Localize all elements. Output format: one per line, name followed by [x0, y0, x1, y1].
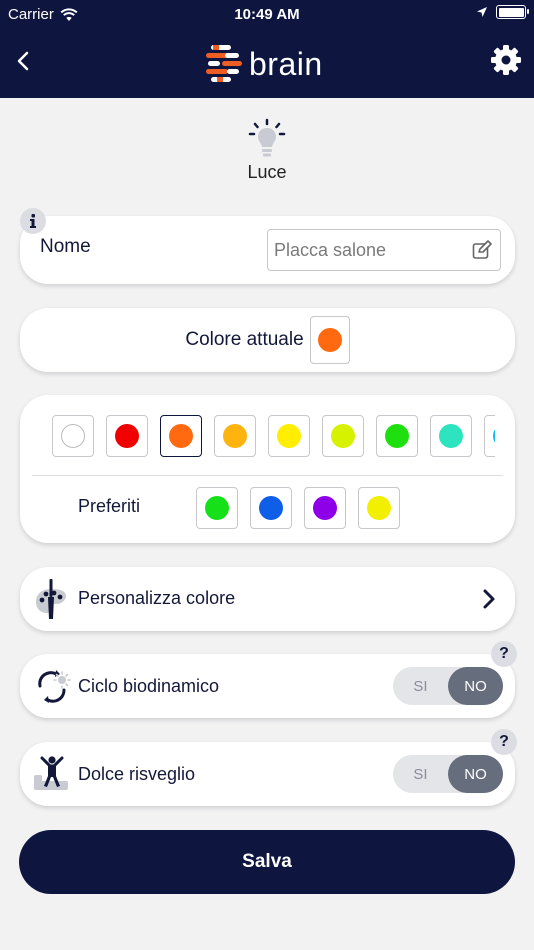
current-color-label: Colore attuale	[185, 329, 304, 350]
wakeup-toggle-no[interactable]: NO	[448, 755, 503, 793]
gentle-wakeup-label: Dolce risveglio	[78, 764, 196, 784]
save-button[interactable]: Salva	[19, 830, 515, 894]
wakeup-toggle[interactable]: SI NO	[393, 755, 503, 793]
customize-color-label: Personalizza colore	[78, 588, 236, 608]
color-dot	[313, 496, 337, 520]
biodynamic-toggle-yes[interactable]: SI	[393, 667, 448, 705]
name-label: Nome	[40, 236, 91, 257]
favorite-swatch[interactable]	[196, 487, 238, 529]
wakeup-person-icon	[34, 756, 68, 790]
biodynamic-toggle[interactable]: SI NO	[393, 667, 503, 705]
palette-swatch[interactable]	[214, 415, 256, 457]
current-color-swatch[interactable]	[309, 316, 350, 364]
location-arrow-icon	[477, 7, 487, 17]
chevron-right-icon	[483, 589, 495, 609]
status-time: 10:49 AM	[234, 6, 300, 23]
color-dot	[169, 424, 193, 448]
light-bulb-icon	[248, 118, 286, 157]
status-bar: Carrier 10:49 AM	[0, 0, 534, 30]
palette-swatch[interactable]	[322, 415, 364, 457]
wakeup-toggle-yes[interactable]: SI	[393, 755, 448, 793]
favorite-swatch[interactable]	[304, 487, 346, 529]
palette-row[interactable]	[52, 415, 495, 459]
palette-swatch[interactable]	[484, 415, 495, 457]
favorites-label: Preferiti	[78, 496, 141, 516]
palette-swatch[interactable]	[268, 415, 310, 457]
customize-color-card[interactable]: Personalizza colore	[20, 567, 515, 631]
palette-swatch[interactable]	[52, 415, 94, 457]
color-dot	[385, 424, 409, 448]
favorite-swatch[interactable]	[250, 487, 292, 529]
biodynamic-cycle-label: Ciclo biodinamico	[78, 676, 220, 696]
gentle-wakeup-card: Dolce risveglio SI NO	[20, 742, 515, 806]
name-input[interactable]	[267, 229, 501, 271]
brain-logo-icon	[206, 45, 242, 82]
color-dot	[205, 496, 229, 520]
help-icon: ?	[499, 645, 509, 662]
color-dot	[439, 424, 463, 448]
current-color-card: Colore attuale	[20, 308, 515, 372]
battery-icon	[496, 5, 529, 19]
info-badge[interactable]	[20, 208, 46, 234]
device-header: Luce	[0, 118, 534, 183]
favorites-row	[196, 487, 400, 529]
palette-swatch[interactable]	[430, 415, 472, 457]
color-dot	[223, 424, 247, 448]
current-color-row: Colore attuale	[20, 308, 515, 372]
wakeup-help-badge[interactable]: ?	[491, 729, 517, 755]
brain-logo: brain	[205, 44, 323, 84]
info-icon	[30, 214, 36, 228]
biodynamic-help-badge[interactable]: ?	[491, 641, 517, 667]
help-icon: ?	[499, 733, 509, 750]
color-dot	[331, 424, 355, 448]
status-right	[476, 5, 529, 19]
palette-card: Preferiti	[20, 395, 515, 543]
favorite-swatch[interactable]	[358, 487, 400, 529]
chevron-left-icon	[17, 51, 29, 71]
settings-gear-icon[interactable]	[490, 44, 522, 76]
palette-swatch[interactable]	[160, 415, 202, 457]
cycle-sun-icon	[38, 670, 71, 703]
logo-text: brain	[249, 45, 323, 82]
palette-brush-icon	[36, 579, 66, 619]
biodynamic-toggle-no[interactable]: NO	[448, 667, 503, 705]
color-dot	[493, 424, 495, 448]
edit-pencil-icon[interactable]	[472, 240, 492, 260]
name-card: Nome	[20, 216, 515, 284]
current-color-dot	[317, 328, 342, 352]
biodynamic-cycle-card: Ciclo biodinamico SI NO	[20, 654, 515, 718]
palette-divider	[32, 475, 503, 476]
color-dot	[61, 424, 85, 448]
color-dot	[367, 496, 391, 520]
device-name: Luce	[247, 162, 287, 182]
back-button[interactable]	[8, 46, 38, 76]
color-dot	[115, 424, 139, 448]
palette-swatch[interactable]	[106, 415, 148, 457]
color-dot	[259, 496, 283, 520]
top-bar: Carrier 10:49 AM brain	[0, 0, 534, 98]
palette-swatch[interactable]	[376, 415, 418, 457]
color-dot	[277, 424, 301, 448]
